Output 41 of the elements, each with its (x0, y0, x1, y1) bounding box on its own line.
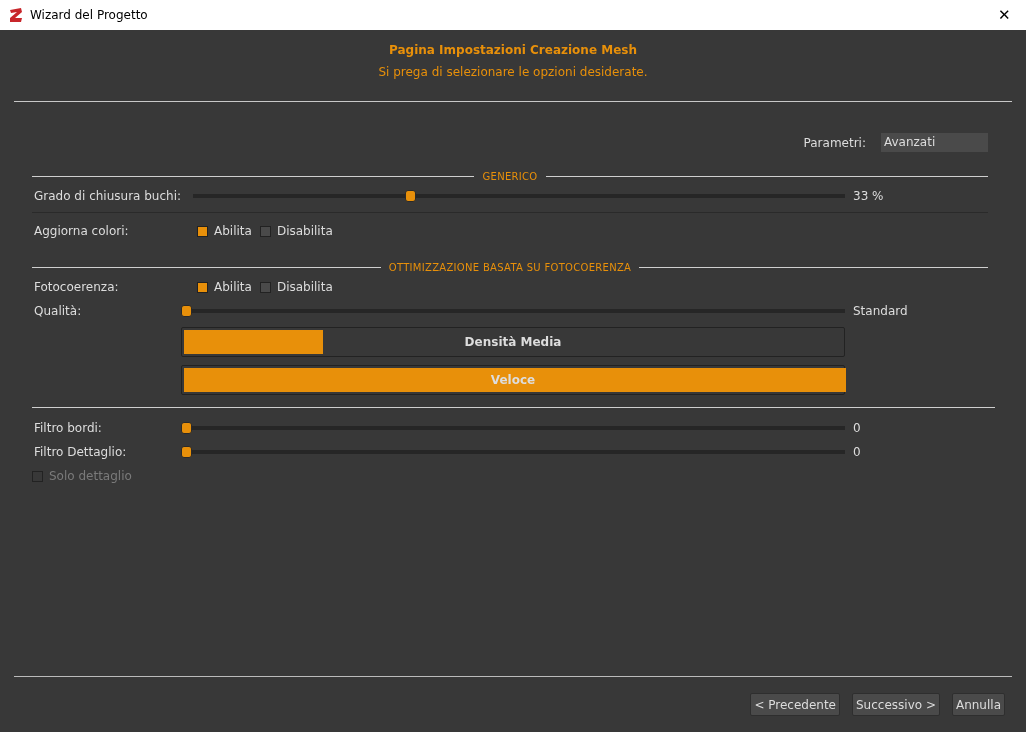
option-label: Disabilita (276, 224, 333, 238)
radio-option[interactable]: Abilita (197, 224, 252, 238)
field-label: Filtro Dettaglio: (33, 445, 128, 459)
app-logo-icon (8, 7, 24, 23)
option-label: Abilita (214, 224, 252, 238)
checkbox-label: Solo dettaglio (49, 469, 132, 483)
field-label: Fotocoerenza: (33, 280, 120, 294)
window-title: Wizard del Progetto (30, 8, 149, 22)
page-subtitle: Si prega di selezionare le opzioni desiderate. (378, 65, 648, 79)
section-title: OTTIMIZZAZIONE BASATA SU FOTOCOERENZA (388, 261, 632, 273)
field-label: Grado di chiusura buchi: (33, 189, 183, 203)
wizard-button[interactable]: < Precedente (750, 693, 840, 716)
slider-value: Standard (852, 304, 909, 318)
page-title: Pagina Impostazioni Creazione Mesh (389, 43, 637, 57)
slider-thumb[interactable] (181, 422, 192, 434)
radio-box[interactable] (259, 225, 271, 237)
slider-value: 33 % (852, 189, 885, 203)
radio-option[interactable]: Disabilita (259, 280, 333, 294)
field-label: Aggiorna colori: (33, 224, 130, 238)
slider-thumb[interactable] (404, 190, 416, 202)
option-label: Disabilita (276, 280, 333, 294)
slider-thumb[interactable] (181, 446, 192, 458)
field-label: Filtro bordi: (33, 421, 103, 435)
quality-bar-label: Veloce (490, 373, 536, 387)
slider-value: 0 (852, 421, 862, 435)
close-button[interactable]: ✕ (982, 0, 1026, 30)
field-label: Qualità: (33, 304, 83, 318)
section-title: GENERICO (482, 170, 538, 182)
option-label: Abilita (214, 280, 252, 294)
radio-option[interactable]: Abilita (197, 280, 252, 294)
radio-option[interactable]: Disabilita (259, 224, 333, 238)
radio-box[interactable] (197, 281, 208, 293)
radio-box[interactable] (197, 225, 208, 237)
wizard-button[interactable]: Successivo > (852, 693, 940, 716)
slider-thumb[interactable] (181, 305, 192, 317)
wizard-button[interactable]: Annulla (951, 693, 1005, 716)
slider-value: 0 (852, 445, 862, 459)
parameters-dropdown[interactable]: Avanzati (881, 133, 988, 152)
radio-box[interactable] (259, 281, 271, 293)
parameters-label: Parametri: (803, 135, 866, 150)
quality-bar-label: Densità Media (464, 335, 562, 349)
